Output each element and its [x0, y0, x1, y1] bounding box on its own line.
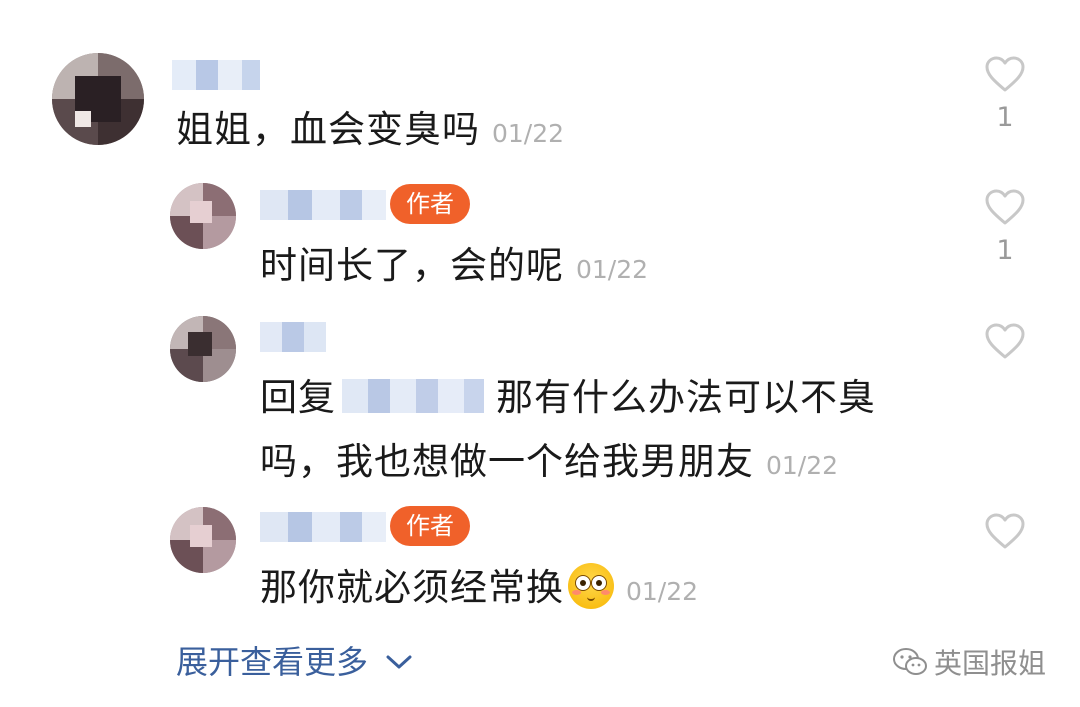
username-blurred[interactable] [172, 60, 260, 90]
author-badge: 作者 [390, 506, 470, 546]
author-badge: 作者 [390, 184, 470, 224]
comment-time: 01/22 [626, 577, 699, 606]
chevron-down-icon [386, 655, 412, 669]
avatar[interactable] [170, 316, 236, 382]
avatar[interactable] [52, 53, 144, 145]
heart-icon [985, 189, 1025, 225]
username-blurred[interactable] [260, 190, 386, 220]
like-count: 1 [996, 235, 1014, 266]
wechat-icon [892, 648, 927, 675]
watermark: 英国报姐 [892, 642, 1046, 682]
comment-text: 回复 那有什么办法可以不臭 吗，我也想做一个给我男朋友 01/22 [260, 376, 876, 483]
expand-more-button[interactable]: 展开查看更多 [176, 640, 412, 684]
like-button[interactable]: 1 [985, 56, 1025, 133]
like-button[interactable]: 1 [985, 189, 1025, 266]
expand-more-label: 展开查看更多 [176, 643, 369, 681]
comment-time: 01/22 [576, 255, 649, 284]
like-button[interactable] [985, 513, 1025, 549]
comment-thread: 姐姐，血会变臭吗 01/22 1 作者 时间长了，会的呢 01/22 1 回复 … [0, 0, 1080, 707]
reply-prefix: 回复 [260, 376, 336, 419]
like-count: 1 [996, 102, 1014, 133]
watermark-text: 英国报姐 [933, 647, 1046, 680]
comment-text: 姐姐，血会变臭吗 01/22 [176, 108, 565, 151]
heart-icon [985, 323, 1025, 359]
avatar[interactable] [170, 507, 236, 573]
flushed-face-emoji [568, 562, 614, 609]
mentioned-user-blurred[interactable] [342, 378, 490, 413]
username-blurred[interactable] [260, 322, 326, 352]
heart-icon [985, 513, 1025, 549]
comment-text: 那你就必须经常换 01/22 [260, 556, 698, 624]
username-blurred[interactable] [260, 512, 386, 542]
heart-icon [985, 56, 1025, 92]
comment-time: 01/22 [766, 451, 839, 480]
comment-time: 01/22 [492, 119, 565, 148]
like-button[interactable] [985, 323, 1025, 359]
comment-text: 时间长了，会的呢 01/22 [260, 244, 649, 287]
avatar[interactable] [170, 183, 236, 249]
